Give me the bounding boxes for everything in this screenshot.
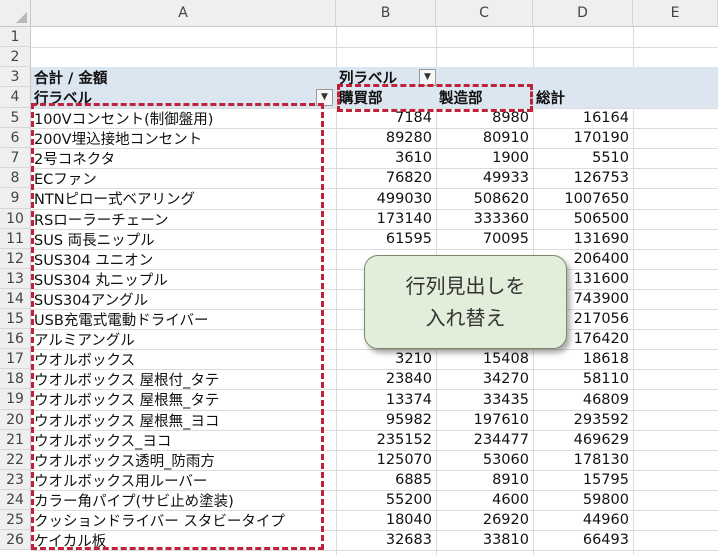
column-labels-highlight [337, 84, 533, 112]
manufacturing-value-cell[interactable]: 33435 [436, 389, 533, 410]
row-header[interactable]: 25 [0, 510, 31, 530]
manufacturing-value-cell[interactable]: 34270 [436, 369, 533, 389]
purchasing-value-cell[interactable]: 13374 [336, 389, 436, 410]
row-header[interactable]: 14 [0, 289, 31, 309]
row-labels-highlight [31, 103, 324, 550]
row-header[interactable]: 24 [0, 490, 31, 510]
manufacturing-value-cell[interactable]: 15408 [436, 349, 533, 369]
purchasing-value-cell[interactable]: 61595 [336, 229, 436, 249]
purchasing-value-cell[interactable]: 89280 [336, 128, 436, 148]
row-header[interactable]: 22 [0, 450, 31, 470]
total-value-cell[interactable]: 131690 [533, 229, 633, 249]
purchasing-value-cell[interactable]: 76820 [336, 168, 436, 188]
column-header-c[interactable]: C [436, 0, 533, 27]
select-all-corner[interactable] [0, 0, 31, 27]
row-header[interactable]: 8 [0, 168, 31, 188]
row-header[interactable]: 16 [0, 329, 31, 349]
row-header-4[interactable]: 4 [0, 87, 31, 108]
total-value-cell[interactable]: 506500 [533, 209, 633, 229]
grid-line [31, 47, 718, 48]
manufacturing-value-cell[interactable]: 8910 [436, 470, 533, 490]
callout-line-1: 行列見出しを [405, 274, 526, 298]
total-value-cell[interactable]: 1007650 [533, 188, 633, 209]
manufacturing-value-cell[interactable]: 234477 [436, 430, 533, 450]
row-header[interactable]: 18 [0, 369, 31, 389]
purchasing-value-cell[interactable]: 3610 [336, 148, 436, 168]
total-value-cell[interactable]: 16164 [533, 108, 633, 128]
total-value-cell[interactable]: 44960 [533, 510, 633, 530]
total-value-cell[interactable]: 469629 [533, 430, 633, 450]
purchasing-value-cell[interactable]: 95982 [336, 410, 436, 430]
column-header-e[interactable]: E [633, 0, 718, 27]
row-header[interactable]: 7 [0, 148, 31, 168]
purchasing-value-cell[interactable]: 3210 [336, 349, 436, 369]
row-header[interactable]: 19 [0, 389, 31, 410]
total-value-cell[interactable]: 126753 [533, 168, 633, 188]
purchasing-value-cell[interactable]: 6885 [336, 470, 436, 490]
spreadsheet[interactable]: A B C D E 1 2 3 4 合計 / 金額 列ラベル ▼ 行ラベル ▼ … [0, 0, 718, 555]
column-header-d[interactable]: D [533, 0, 633, 27]
purchasing-value-cell[interactable]: 235152 [336, 430, 436, 450]
total-value-cell[interactable]: 66493 [533, 530, 633, 550]
total-value-cell[interactable]: 170190 [533, 128, 633, 148]
row-header[interactable]: 20 [0, 410, 31, 430]
purchasing-value-cell[interactable]: 173140 [336, 209, 436, 229]
dropdown-arrow-icon: ▼ [424, 72, 431, 82]
row-header[interactable]: 23 [0, 470, 31, 490]
row-header[interactable]: 26 [0, 530, 31, 550]
total-value-cell[interactable]: 293592 [533, 410, 633, 430]
purchasing-value-cell[interactable]: 18040 [336, 510, 436, 530]
purchasing-value-cell[interactable]: 55200 [336, 490, 436, 510]
row-header-2[interactable]: 2 [0, 47, 31, 67]
row-header[interactable]: 17 [0, 349, 31, 369]
manufacturing-value-cell[interactable]: 70095 [436, 229, 533, 249]
total-value-cell[interactable]: 18618 [533, 349, 633, 369]
total-value-cell[interactable]: 59800 [533, 490, 633, 510]
manufacturing-value-cell[interactable]: 53060 [436, 450, 533, 470]
manufacturing-value-cell[interactable]: 333360 [436, 209, 533, 229]
row-header[interactable]: 12 [0, 249, 31, 269]
callout-line-2: 入れ替え [425, 306, 506, 330]
grand-total-header: 総計 [536, 91, 565, 107]
purchasing-value-cell[interactable]: 23840 [336, 369, 436, 389]
pivot-sum-label: 合計 / 金額 [34, 70, 108, 87]
manufacturing-value-cell[interactable]: 80910 [436, 128, 533, 148]
total-value-cell[interactable]: 15795 [533, 470, 633, 490]
row-header[interactable]: 10 [0, 209, 31, 229]
manufacturing-value-cell[interactable]: 26920 [436, 510, 533, 530]
total-value-cell[interactable]: 58110 [533, 369, 633, 389]
manufacturing-value-cell[interactable]: 4600 [436, 490, 533, 510]
purchasing-value-cell[interactable]: 32683 [336, 530, 436, 550]
row-header[interactable]: 9 [0, 188, 31, 209]
row-header[interactable]: 5 [0, 108, 31, 128]
purchasing-value-cell[interactable]: 499030 [336, 188, 436, 209]
grid-line [31, 550, 718, 551]
manufacturing-value-cell[interactable]: 1900 [436, 148, 533, 168]
row-header[interactable]: 15 [0, 309, 31, 329]
column-header-b[interactable]: B [336, 0, 436, 27]
manufacturing-value-cell[interactable]: 49933 [436, 168, 533, 188]
total-value-cell[interactable]: 5510 [533, 148, 633, 168]
purchasing-value-cell[interactable]: 125070 [336, 450, 436, 470]
annotation-callout: 行列見出しを 入れ替え [364, 255, 567, 349]
row-header[interactable]: 13 [0, 269, 31, 289]
total-value-cell[interactable]: 178130 [533, 450, 633, 470]
manufacturing-value-cell[interactable]: 197610 [436, 410, 533, 430]
manufacturing-value-cell[interactable]: 33810 [436, 530, 533, 550]
row-header[interactable]: 6 [0, 128, 31, 148]
row-header-1[interactable]: 1 [0, 27, 31, 47]
column-header-a[interactable]: A [31, 0, 336, 27]
dropdown-arrow-icon: ▼ [321, 92, 328, 102]
row-header-3[interactable]: 3 [0, 67, 31, 87]
row-header[interactable]: 11 [0, 229, 31, 249]
total-value-cell[interactable]: 46809 [533, 389, 633, 410]
manufacturing-value-cell[interactable]: 508620 [436, 188, 533, 209]
row-header[interactable]: 21 [0, 430, 31, 450]
